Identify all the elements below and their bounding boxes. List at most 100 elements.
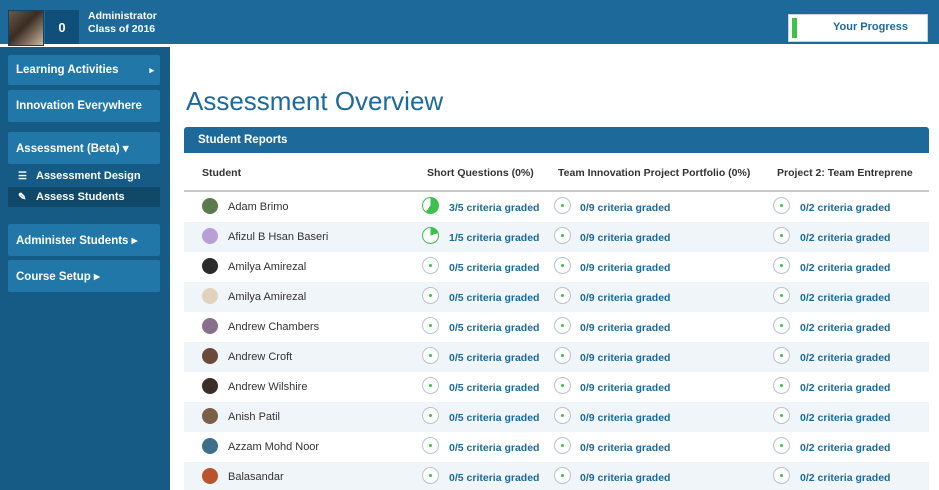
your-progress-button[interactable]: Your Progress [788,14,928,42]
table-row[interactable]: Andrew Croft 0/5 criteria graded 0/9 crite… [184,342,929,372]
pie-dot-icon [561,294,564,297]
criteria-graded-link[interactable]: 0/5 criteria graded [449,382,539,394]
chevron-right-icon: ▸ [149,64,154,75]
criteria-graded-link[interactable]: 0/2 criteria graded [800,412,890,424]
table-row[interactable]: Afizul B Hsan Baseri 1/5 criteria graded 0… [184,222,929,252]
table-row[interactable]: Anish Patil 0/5 criteria graded 0/9 criter… [184,402,929,432]
progress-pie-icon [554,347,571,364]
column-header-project-2[interactable]: Project 2: Team Entreprene [777,167,913,179]
pie-dot-icon [561,264,564,267]
pie-dot-icon [561,384,564,387]
pie-dot-icon [429,444,432,447]
criteria-graded-link[interactable]: 0/5 criteria graded [449,262,539,274]
student-name: Andrew Wilshire [228,381,308,393]
pie-dot-icon [780,444,783,447]
table-row[interactable]: Balasandar 0/5 criteria graded 0/9 criteri… [184,462,929,490]
table-row[interactable]: Andrew Chambers 0/5 criteria graded 0/9 cr… [184,312,929,342]
column-header-team-innovation[interactable]: Team Innovation Project Portfolio (0%) [558,167,750,179]
progress-pie-icon [422,347,439,364]
table-row[interactable]: Amilya Amirezal 0/5 criteria graded 0/9 cr… [184,282,929,312]
pie-dot-icon [561,414,564,417]
table-row[interactable]: Amilya Amirezal 0/5 criteria graded 0/9 cr… [184,252,929,282]
student-name: Adam Brimo [228,201,289,213]
criteria-graded-link[interactable]: 3/5 criteria graded [449,202,539,214]
criteria-graded-link[interactable]: 0/5 criteria graded [449,322,539,334]
progress-pie-icon [773,287,790,304]
table-header: Student Short Questions (0%) Team Innova… [184,153,929,192]
student-avatar [202,468,218,484]
criteria-graded-link[interactable]: 0/2 criteria graded [800,352,890,364]
criteria-graded-link[interactable]: 0/9 criteria graded [580,232,670,244]
column-header-short-questions[interactable]: Short Questions (0%) [427,167,534,179]
criteria-graded-link[interactable]: 0/2 criteria graded [800,232,890,244]
sidebar-subitem-assessment-design[interactable]: ☰ Assessment Design [8,166,160,186]
progress-pie-icon [422,317,439,334]
pie-dot-icon [780,324,783,327]
student-name: Amilya Amirezal [228,291,307,303]
student-avatar [202,228,218,244]
pie-dot-icon [429,384,432,387]
criteria-graded-link[interactable]: 0/5 criteria graded [449,412,539,424]
user-class: Class of 2016 [88,23,156,35]
criteria-graded-link[interactable]: 0/9 criteria graded [580,352,670,364]
criteria-graded-link[interactable]: 0/2 criteria graded [800,292,890,304]
student-avatar [202,258,218,274]
criteria-graded-link[interactable]: 0/5 criteria graded [449,442,539,454]
criteria-graded-link[interactable]: 0/9 criteria graded [580,442,670,454]
table-row[interactable]: Andrew Wilshire 0/5 criteria graded 0/9 cr… [184,372,929,402]
criteria-graded-link[interactable]: 0/5 criteria graded [449,292,539,304]
pie-dot-icon [780,204,783,207]
sidebar-item-course-setup[interactable]: Course Setup ▸ [8,260,160,292]
criteria-graded-link[interactable]: 0/2 criteria graded [800,472,890,484]
user-avatar[interactable] [8,10,44,46]
pie-dot-icon [429,264,432,267]
student-avatar [202,378,218,394]
criteria-graded-link[interactable]: 0/2 criteria graded [800,202,890,214]
criteria-graded-link[interactable]: 0/9 criteria graded [580,382,670,394]
student-name: Amilya Amirezal [228,261,307,273]
column-header-student[interactable]: Student [202,167,241,179]
criteria-graded-link[interactable]: 0/2 criteria graded [800,382,890,394]
pie-dot-icon [561,324,564,327]
page-title: Assessment Overview [186,86,444,116]
criteria-graded-link[interactable]: 0/9 criteria graded [580,412,670,424]
sidebar-subitem-assess-students[interactable]: ✎ Assess Students [8,187,160,207]
sidebar-item-label: Assessment (Beta) ▾ [16,143,129,155]
pie-dot-icon [780,234,783,237]
criteria-graded-link[interactable]: 0/2 criteria graded [800,262,890,274]
student-avatar [202,198,218,214]
criteria-graded-link[interactable]: 0/9 criteria graded [580,322,670,334]
progress-pie-icon [773,347,790,364]
pie-dot-icon [780,264,783,267]
criteria-graded-link[interactable]: 0/9 criteria graded [580,262,670,274]
sidebar-item-innovation-everywhere[interactable]: Innovation Everywhere [8,90,160,122]
criteria-graded-link[interactable]: 0/9 criteria graded [580,472,670,484]
criteria-graded-link[interactable]: 0/5 criteria graded [449,472,539,484]
pie-dot-icon [780,414,783,417]
criteria-graded-link[interactable]: 0/2 criteria graded [800,322,890,334]
progress-pie-icon [554,227,571,244]
progress-pie-icon [773,197,790,214]
pie-dot-icon [561,474,564,477]
top-bar: 0 Administrator Class of 2016 Your Progr… [0,0,939,46]
pie-dot-icon [780,474,783,477]
user-name: Administrator [88,10,157,22]
pie-dot-icon [429,474,432,477]
progress-pie-icon [773,407,790,424]
criteria-graded-link[interactable]: 0/5 criteria graded [449,352,539,364]
criteria-graded-link[interactable]: 0/9 criteria graded [580,292,670,304]
sidebar-item-administer-students[interactable]: Administer Students ▸ [8,224,160,256]
sidebar-subitem-label: Assessment Design [36,170,141,182]
progress-label: Your Progress [833,21,908,33]
table-row[interactable]: Azzam Mohd Noor 0/5 criteria graded 0/9 cr… [184,432,929,462]
sidebar-item-assessment[interactable]: Assessment (Beta) ▾ [8,132,160,164]
criteria-graded-link[interactable]: 0/2 criteria graded [800,442,890,454]
student-avatar [202,408,218,424]
sidebar-item-learning-activities[interactable]: Learning Activities ▸ [8,55,160,85]
progress-pie-icon [773,377,790,394]
criteria-graded-link[interactable]: 0/9 criteria graded [580,202,670,214]
criteria-graded-link[interactable]: 1/5 criteria graded [449,232,539,244]
table-row[interactable]: Adam Brimo 3/5 criteria graded 0/9 criteri… [184,192,929,222]
progress-pie-icon [773,227,790,244]
progress-pie-icon [422,437,439,454]
